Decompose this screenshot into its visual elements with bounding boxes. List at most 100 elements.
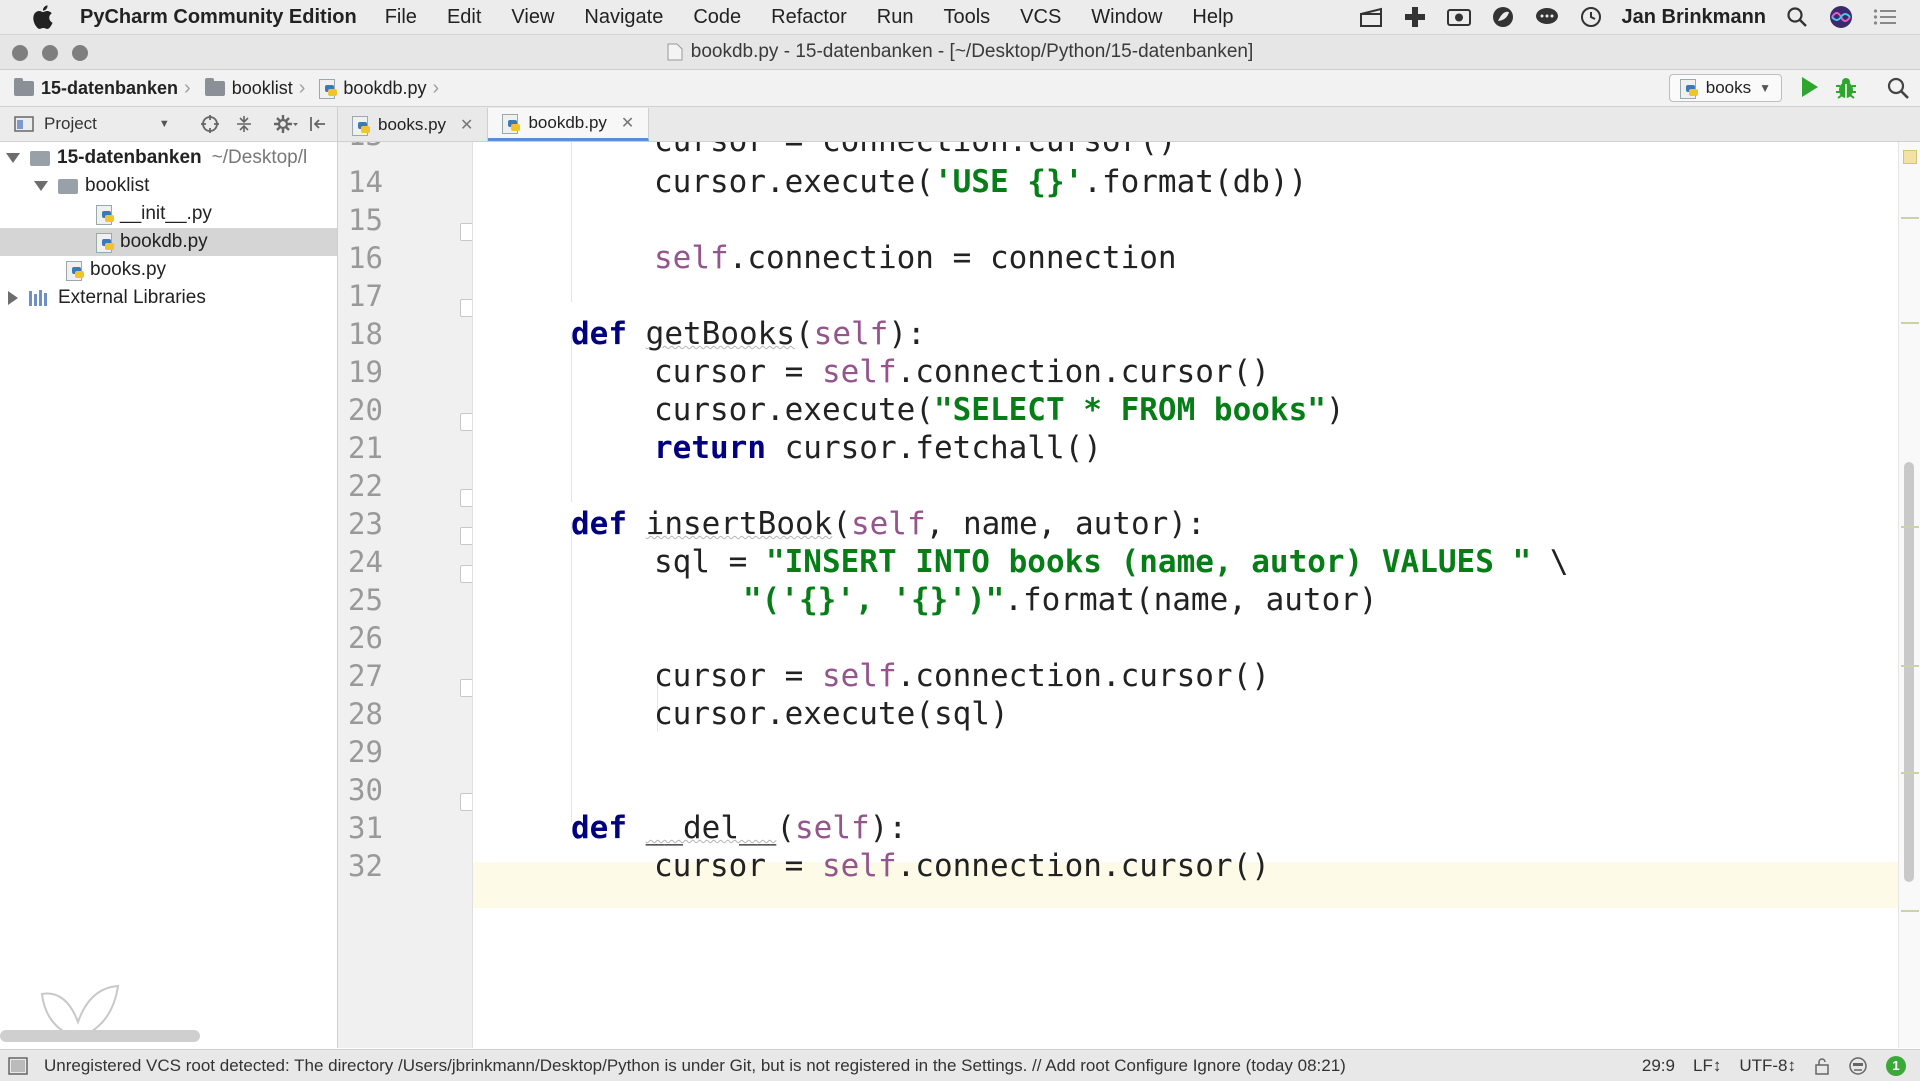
- fold-marker-icon[interactable]: [460, 223, 472, 241]
- encoding-selector[interactable]: UTF-8↕: [1739, 1056, 1796, 1076]
- tree-item-project-root[interactable]: 15-datenbanken ~/Desktop/l: [0, 144, 337, 172]
- code-line-14: cursor.execute('USE {}'.format(db)): [654, 164, 1308, 200]
- fold-marker-icon[interactable]: [460, 489, 472, 507]
- fold-marker-icon[interactable]: [460, 413, 472, 431]
- fold-marker-icon[interactable]: [460, 299, 472, 317]
- file-icon: [667, 43, 683, 61]
- project-view-icon: [14, 116, 34, 132]
- app-name[interactable]: PyCharm Community Edition: [80, 6, 357, 29]
- line-separator-selector[interactable]: LF↕: [1693, 1056, 1721, 1076]
- line-number: 32: [348, 849, 383, 883]
- menu-view[interactable]: View: [511, 6, 554, 29]
- tab-books-py[interactable]: books.py ✕: [338, 108, 489, 141]
- tree-item-external-libraries[interactable]: External Libraries: [0, 284, 337, 312]
- menu-code[interactable]: Code: [693, 6, 741, 29]
- camera-icon[interactable]: [1446, 6, 1472, 28]
- scrollbar-thumb[interactable]: [1904, 462, 1914, 882]
- editor-vertical-scrollbar[interactable]: [1898, 142, 1920, 1048]
- error-stripe-marker[interactable]: [1901, 526, 1919, 528]
- chat-bubble-icon[interactable]: [1534, 6, 1560, 28]
- error-stripe-marker[interactable]: [1901, 665, 1919, 667]
- tree-item-books-py[interactable]: books.py: [0, 256, 337, 284]
- menu-refactor[interactable]: Refactor: [771, 6, 847, 29]
- close-tab-icon[interactable]: ✕: [460, 115, 473, 135]
- menu-run[interactable]: Run: [877, 6, 914, 29]
- code-line-32: cursor = self.connection.cursor(): [654, 848, 1270, 884]
- menu-tools[interactable]: Tools: [943, 6, 990, 29]
- python-file-icon: [96, 205, 114, 225]
- menu-vcs[interactable]: VCS: [1020, 6, 1061, 29]
- lock-icon[interactable]: [1814, 1057, 1830, 1075]
- chevron-right-icon: ›: [298, 76, 306, 99]
- inspector-face-icon[interactable]: [1848, 1056, 1868, 1076]
- error-stripe-marker[interactable]: [1901, 322, 1919, 324]
- menu-window[interactable]: Window: [1091, 6, 1162, 29]
- vcs-notification-message[interactable]: Unregistered VCS root detected: The dire…: [44, 1056, 1346, 1076]
- folder-icon: [58, 178, 78, 194]
- search-everywhere-icon[interactable]: [1886, 76, 1910, 100]
- project-horizontal-scrollbar[interactable]: [0, 1030, 200, 1042]
- menu-edit[interactable]: Edit: [447, 6, 481, 29]
- locate-target-icon[interactable]: [200, 114, 220, 134]
- collapse-all-icon[interactable]: [234, 114, 254, 134]
- fold-marker-icon[interactable]: [460, 527, 472, 545]
- macos-menubar: PyCharm Community Edition File Edit View…: [0, 0, 1920, 35]
- tree-item-label: bookdb.py: [120, 231, 208, 252]
- tree-item-bookdb-py[interactable]: bookdb.py: [0, 228, 337, 256]
- breadcrumb-label: booklist: [231, 77, 293, 98]
- chevron-down-icon[interactable]: ▼: [159, 118, 170, 130]
- editor-tabs: books.py ✕ bookdb.py ✕: [338, 107, 1920, 142]
- inspection-status-icon[interactable]: [1903, 150, 1917, 164]
- leaf-icon[interactable]: [1490, 6, 1516, 28]
- hide-panel-icon[interactable]: [308, 114, 328, 134]
- caret-position[interactable]: 29:9: [1642, 1056, 1675, 1076]
- run-button[interactable]: [1802, 77, 1818, 97]
- tree-item-init-py[interactable]: __init__.py: [0, 200, 337, 228]
- menu-navigate[interactable]: Navigate: [584, 6, 663, 29]
- library-icon: [29, 290, 47, 306]
- plus-cross-icon[interactable]: [1402, 6, 1428, 28]
- expand-arrow-icon[interactable]: [6, 153, 20, 163]
- debug-bug-icon[interactable]: [1834, 76, 1858, 100]
- fold-marker-icon[interactable]: [460, 679, 472, 697]
- clapperboard-icon[interactable]: [1358, 6, 1384, 28]
- zoom-window-button[interactable]: [72, 45, 88, 61]
- code-line-21: return cursor.fetchall(): [654, 430, 1102, 466]
- tree-item-booklist[interactable]: booklist: [0, 172, 337, 200]
- gear-icon[interactable]: [273, 114, 298, 134]
- error-stripe-marker[interactable]: [1901, 910, 1919, 912]
- expand-arrow-icon[interactable]: [34, 181, 48, 191]
- editor-gutter[interactable]: 13 1415161718192021222324252627282930313…: [338, 142, 473, 1048]
- error-stripe-marker[interactable]: [1901, 772, 1919, 774]
- tab-label: bookdb.py: [528, 113, 607, 132]
- spotlight-search-icon[interactable]: [1784, 6, 1810, 28]
- close-tab-icon[interactable]: ✕: [621, 113, 634, 133]
- run-configuration-label: books: [1705, 78, 1752, 97]
- indent-guide: [571, 142, 572, 302]
- breadcrumb-project[interactable]: 15-datenbanken ›: [14, 77, 191, 100]
- close-window-button[interactable]: [12, 45, 28, 61]
- event-log-badge[interactable]: 1: [1886, 1055, 1906, 1076]
- breadcrumb-package[interactable]: booklist ›: [204, 76, 306, 100]
- menu-help[interactable]: Help: [1192, 6, 1233, 29]
- siri-icon[interactable]: [1828, 6, 1854, 28]
- project-view-selector[interactable]: Project: [44, 114, 97, 134]
- error-stripe-marker[interactable]: [1901, 217, 1919, 219]
- apple-icon[interactable]: [30, 3, 58, 31]
- minimize-window-button[interactable]: [42, 45, 58, 61]
- user-name[interactable]: Jan Brinkmann: [1622, 6, 1766, 29]
- expand-arrow-icon[interactable]: [8, 291, 18, 305]
- run-configuration-select[interactable]: books ▼: [1668, 74, 1782, 102]
- tab-bookdb-py[interactable]: bookdb.py ✕: [488, 108, 650, 141]
- breadcrumb-file[interactable]: bookdb.py ›: [319, 77, 439, 100]
- code-line-16: self.connection = connection: [654, 240, 1177, 276]
- window-titlebar: bookdb.py - 15-datenbanken - [~/Desktop/…: [0, 35, 1920, 70]
- time-machine-icon[interactable]: [1578, 6, 1604, 28]
- fold-marker-icon[interactable]: [460, 565, 472, 583]
- toggle-tool-windows-icon[interactable]: [8, 1056, 28, 1075]
- menu-file[interactable]: File: [385, 6, 417, 29]
- status-bar: Unregistered VCS root detected: The dire…: [0, 1049, 1920, 1081]
- fold-marker-icon[interactable]: [460, 793, 472, 811]
- notification-center-icon[interactable]: [1872, 6, 1898, 28]
- code-editor[interactable]: cursor = connection.cursor() cursor.exec…: [473, 142, 1898, 1048]
